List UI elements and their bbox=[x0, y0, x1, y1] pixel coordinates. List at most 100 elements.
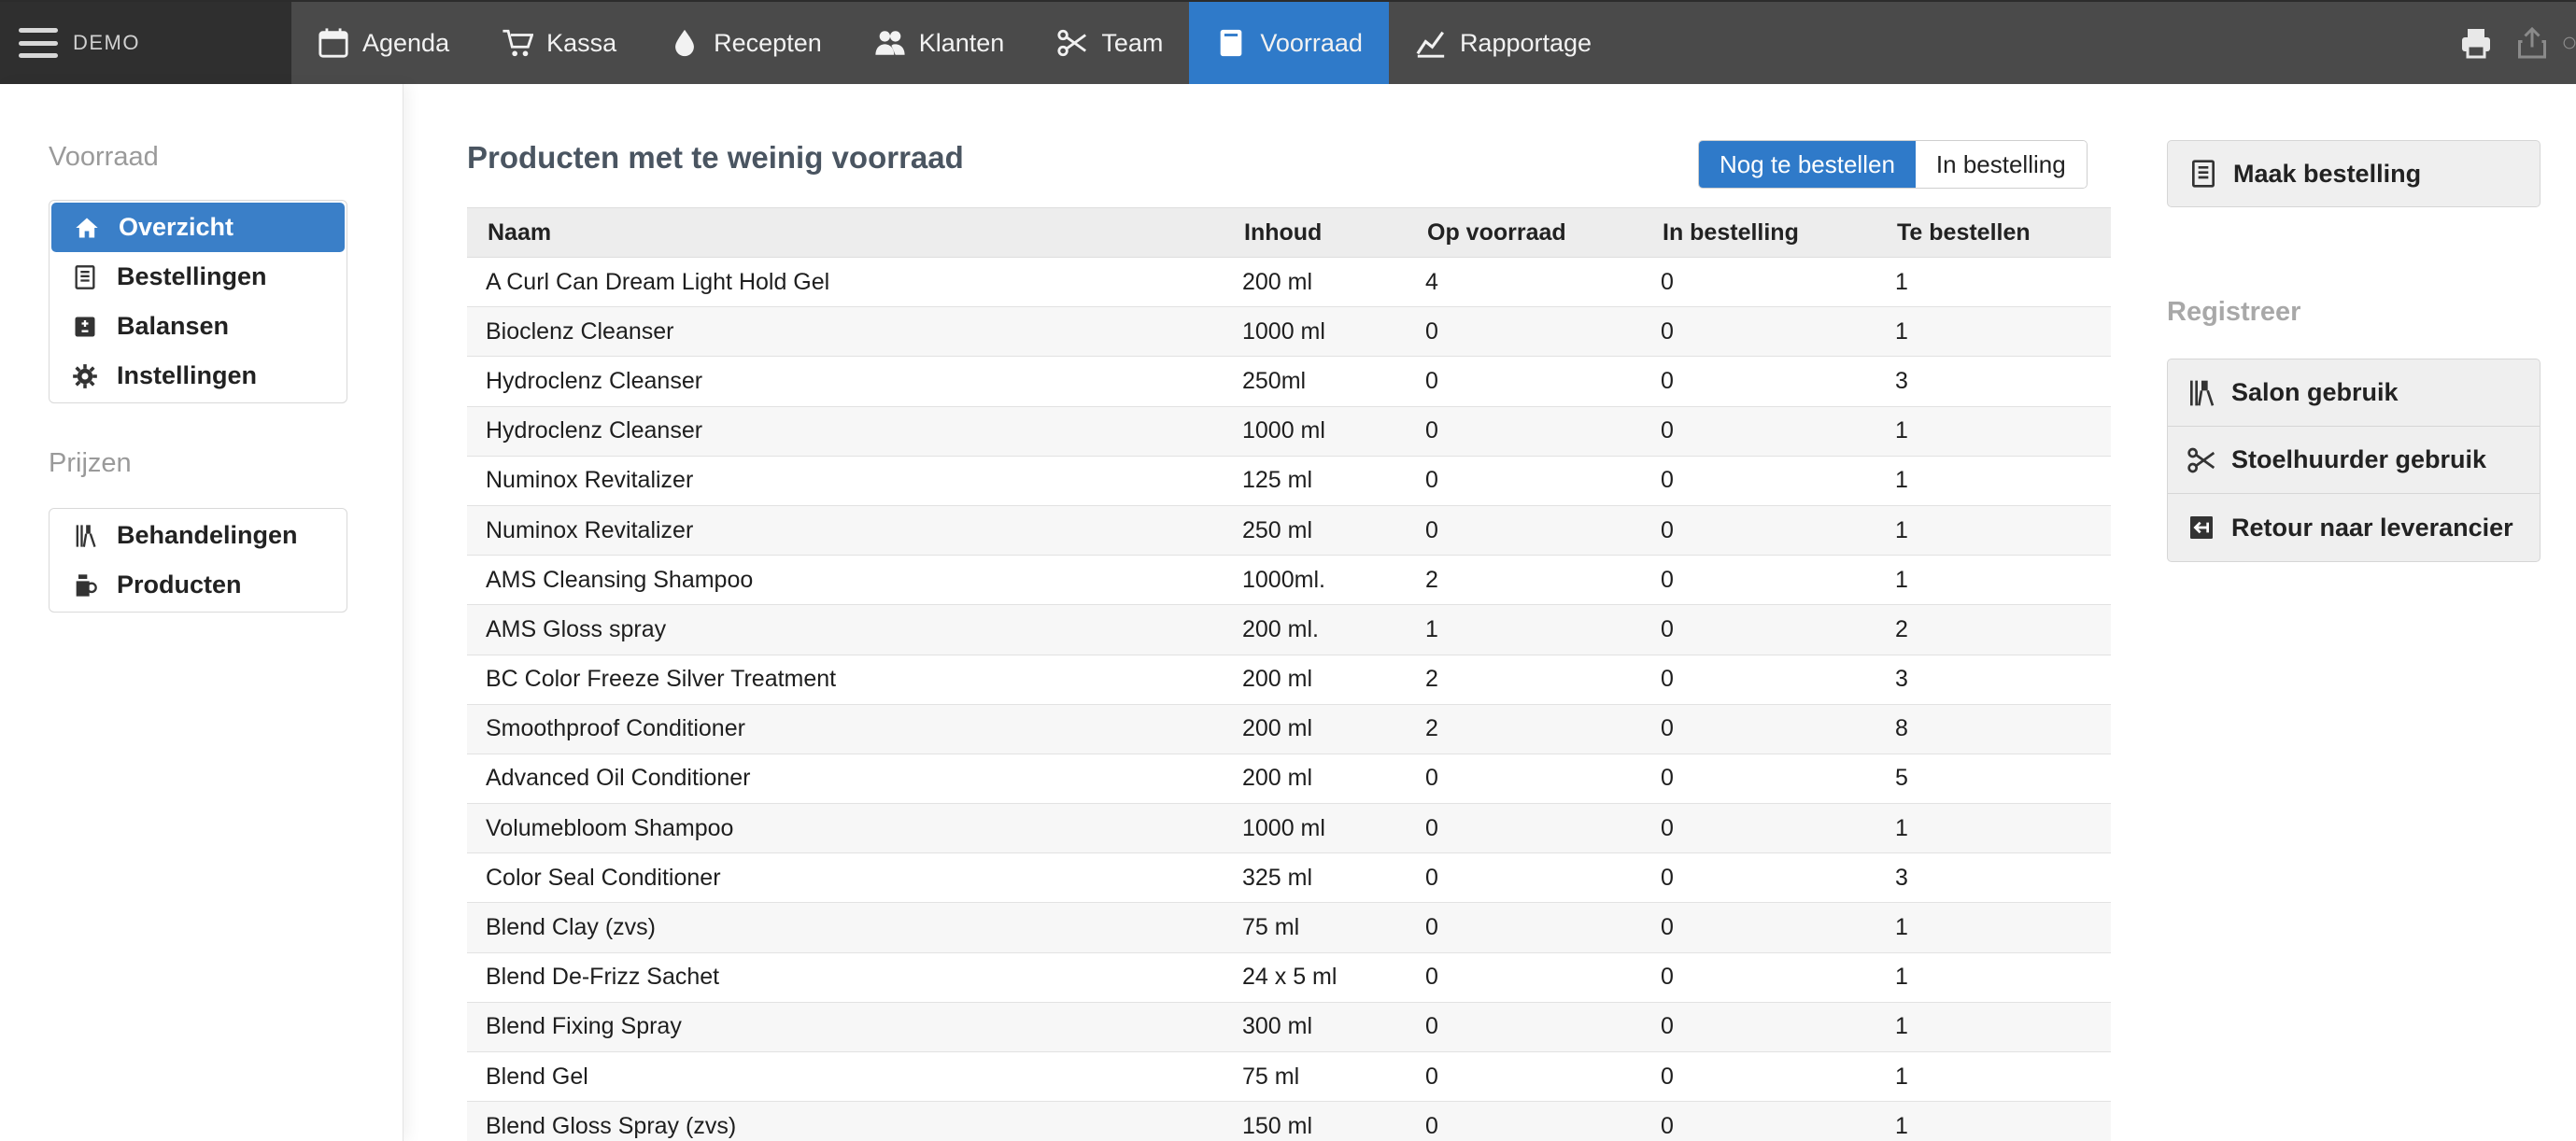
scissors-icon bbox=[2187, 447, 2215, 472]
sidebar-group-voorraad: Overzicht Bestellingen Balansen Instelli… bbox=[49, 200, 347, 403]
table-row[interactable]: AMS Gloss spray 200 ml. 1 0 2 bbox=[467, 604, 2111, 655]
cell-inhoud: 75 ml bbox=[1224, 1051, 1407, 1103]
table-row[interactable]: Blend Gel 75 ml 0 0 1 bbox=[467, 1051, 2111, 1103]
hamburger-menu-icon[interactable] bbox=[19, 28, 58, 58]
table-row[interactable]: Numinox Revitalizer 250 ml 0 0 1 bbox=[467, 505, 2111, 556]
cell-op-voorraad: 0 bbox=[1407, 852, 1642, 904]
cell-te-bestellen: 3 bbox=[1876, 655, 2111, 705]
cell-in-bestelling: 0 bbox=[1642, 952, 1876, 1003]
sidebar-item-behandelingen[interactable]: Behandelingen bbox=[50, 511, 347, 560]
cell-in-bestelling: 0 bbox=[1642, 1101, 1876, 1141]
cell-op-voorraad: 0 bbox=[1407, 803, 1642, 854]
cell-in-bestelling: 0 bbox=[1642, 257, 1876, 308]
nav-item-label: Rapportage bbox=[1459, 28, 1592, 57]
nav-item-rapportage[interactable]: Rapportage bbox=[1389, 2, 1618, 84]
plus-minus-icon bbox=[75, 317, 95, 336]
sidebar-item-bestellingen[interactable]: Bestellingen bbox=[50, 252, 347, 302]
nav-item-voorraad[interactable]: Voorraad bbox=[1189, 2, 1389, 84]
cell-in-bestelling: 0 bbox=[1642, 754, 1876, 805]
cell-naam: Hydroclenz Cleanser bbox=[467, 356, 1224, 407]
cell-op-voorraad: 1 bbox=[1407, 604, 1642, 655]
sidebar-item-producten[interactable]: Producten bbox=[50, 560, 347, 610]
table-row[interactable]: Blend De-Frizz Sachet 24 x 5 ml 0 0 1 bbox=[467, 952, 2111, 1003]
cell-in-bestelling: 0 bbox=[1642, 555, 1876, 606]
cell-op-voorraad: 0 bbox=[1407, 902, 1642, 953]
cell-inhoud: 1000 ml bbox=[1224, 803, 1407, 854]
table-row[interactable]: Hydroclenz Cleanser 1000 ml 0 0 1 bbox=[467, 406, 2111, 457]
column-header-op-voorraad[interactable]: Op voorraad bbox=[1407, 207, 1642, 258]
table-row[interactable]: Color Seal Conditioner 325 ml 0 0 3 bbox=[467, 852, 2111, 904]
cell-te-bestellen: 1 bbox=[1876, 952, 2111, 1003]
table-row[interactable]: Advanced Oil Conditioner 200 ml 0 0 5 bbox=[467, 754, 2111, 805]
nav-item-label: Recepten bbox=[714, 28, 822, 57]
cell-naam: Bioclenz Cleanser bbox=[467, 306, 1224, 358]
nav-item-klanten[interactable]: Klanten bbox=[848, 2, 1031, 84]
cell-te-bestellen: 1 bbox=[1876, 306, 2111, 358]
table-row[interactable]: Smoothproof Conditioner 200 ml 2 0 8 bbox=[467, 704, 2111, 754]
column-header-in-bestelling[interactable]: In bestelling bbox=[1642, 207, 1876, 258]
cell-naam: Blend Gel bbox=[467, 1051, 1224, 1103]
register-salon-gebruik[interactable]: Salon gebruik bbox=[2168, 359, 2540, 427]
cell-te-bestellen: 1 bbox=[1876, 555, 2111, 606]
sidebar-item-overzicht[interactable]: Overzicht bbox=[51, 203, 345, 252]
column-header-naam[interactable]: Naam bbox=[467, 207, 1224, 258]
column-header-te-bestellen[interactable]: Te bestellen bbox=[1876, 207, 2111, 258]
table-row[interactable]: Volumebloom Shampoo 1000 ml 0 0 1 bbox=[467, 803, 2111, 854]
cell-inhoud: 1000ml. bbox=[1224, 555, 1407, 606]
drop-icon bbox=[675, 29, 695, 57]
share-icon[interactable] bbox=[2507, 18, 2557, 68]
page-title: Producten met te weinig voorraad bbox=[467, 140, 964, 175]
table-row[interactable]: Hydroclenz Cleanser 250ml 0 0 3 bbox=[467, 356, 2111, 407]
table-row[interactable]: Blend Clay (zvs) 75 ml 0 0 1 bbox=[467, 902, 2111, 953]
cell-inhoud: 200 ml bbox=[1224, 754, 1407, 805]
return-icon bbox=[2190, 516, 2213, 539]
cell-in-bestelling: 0 bbox=[1642, 505, 1876, 556]
cell-in-bestelling: 0 bbox=[1642, 356, 1876, 407]
print-icon[interactable] bbox=[2451, 18, 2501, 68]
sidebar-item-instellingen[interactable]: Instellingen bbox=[50, 351, 347, 401]
register-item-label: Salon gebruik bbox=[2231, 378, 2399, 406]
cell-naam: Blend Fixing Spray bbox=[467, 1002, 1224, 1053]
cell-inhoud: 1000 ml bbox=[1224, 406, 1407, 457]
table-row[interactable]: Bioclenz Cleanser 1000 ml 0 0 1 bbox=[467, 306, 2111, 358]
table-row[interactable]: BC Color Freeze Silver Treatment 200 ml 2 0… bbox=[467, 655, 2111, 705]
cell-in-bestelling: 0 bbox=[1642, 604, 1876, 655]
top-navigation-bar: DEMO Agenda Kassa Recepten Klanten Team … bbox=[0, 0, 2576, 84]
nav-item-team[interactable]: Team bbox=[1030, 2, 1189, 84]
nav-item-label: Agenda bbox=[362, 28, 450, 57]
cell-op-voorraad: 0 bbox=[1407, 406, 1642, 457]
table-header-row: Naam Inhoud Op voorraad In bestelling Te… bbox=[467, 207, 2111, 258]
more-icon[interactable] bbox=[2563, 18, 2576, 68]
table-row[interactable]: A Curl Can Dream Light Hold Gel 200 ml 4 0 1 bbox=[467, 257, 2111, 308]
sidebar-item-label: Balansen bbox=[117, 312, 230, 340]
toggle-nog-te-bestellen[interactable]: Nog te bestellen bbox=[1699, 141, 1916, 188]
sidebar-item-balansen[interactable]: Balansen bbox=[50, 302, 347, 351]
salon-icon bbox=[2190, 380, 2215, 406]
cell-inhoud: 325 ml bbox=[1224, 852, 1407, 904]
cell-inhoud: 1000 ml bbox=[1224, 306, 1407, 358]
register-stoelhuurder-gebruik[interactable]: Stoelhuurder gebruik bbox=[2168, 427, 2540, 494]
sidebar-item-label: Producten bbox=[117, 570, 242, 599]
nav-item-recepten[interactable]: Recepten bbox=[643, 2, 848, 84]
make-order-button[interactable]: Maak bestelling bbox=[2167, 140, 2541, 207]
cell-te-bestellen: 1 bbox=[1876, 902, 2111, 953]
nav-item-agenda[interactable]: Agenda bbox=[291, 2, 475, 84]
cell-op-voorraad: 2 bbox=[1407, 655, 1642, 705]
nav-item-kassa[interactable]: Kassa bbox=[475, 2, 643, 84]
register-group: Salon gebruik Stoelhuurder gebruik Retou… bbox=[2167, 359, 2541, 562]
cell-te-bestellen: 1 bbox=[1876, 406, 2111, 457]
toggle-in-bestelling[interactable]: In bestelling bbox=[1915, 141, 2087, 188]
table-row[interactable]: Blend Gloss Spray (zvs) 150 ml 0 0 1 bbox=[467, 1101, 2111, 1141]
column-header-inhoud[interactable]: Inhoud bbox=[1224, 207, 1407, 258]
register-retour-naar-leverancier[interactable]: Retour naar leverancier bbox=[2168, 494, 2540, 561]
cell-naam: Numinox Revitalizer bbox=[467, 456, 1224, 506]
cell-naam: Blend De-Frizz Sachet bbox=[467, 952, 1224, 1003]
cell-op-voorraad: 2 bbox=[1407, 555, 1642, 606]
home-icon bbox=[76, 218, 98, 237]
scissors-icon bbox=[1057, 29, 1087, 57]
cell-in-bestelling: 0 bbox=[1642, 704, 1876, 754]
table-row[interactable]: Numinox Revitalizer 125 ml 0 0 1 bbox=[467, 456, 2111, 506]
table-row[interactable]: AMS Cleansing Shampoo 1000ml. 2 0 1 bbox=[467, 555, 2111, 606]
chart-line-icon bbox=[1416, 31, 1445, 58]
table-row[interactable]: Blend Fixing Spray 300 ml 0 0 1 bbox=[467, 1002, 2111, 1053]
